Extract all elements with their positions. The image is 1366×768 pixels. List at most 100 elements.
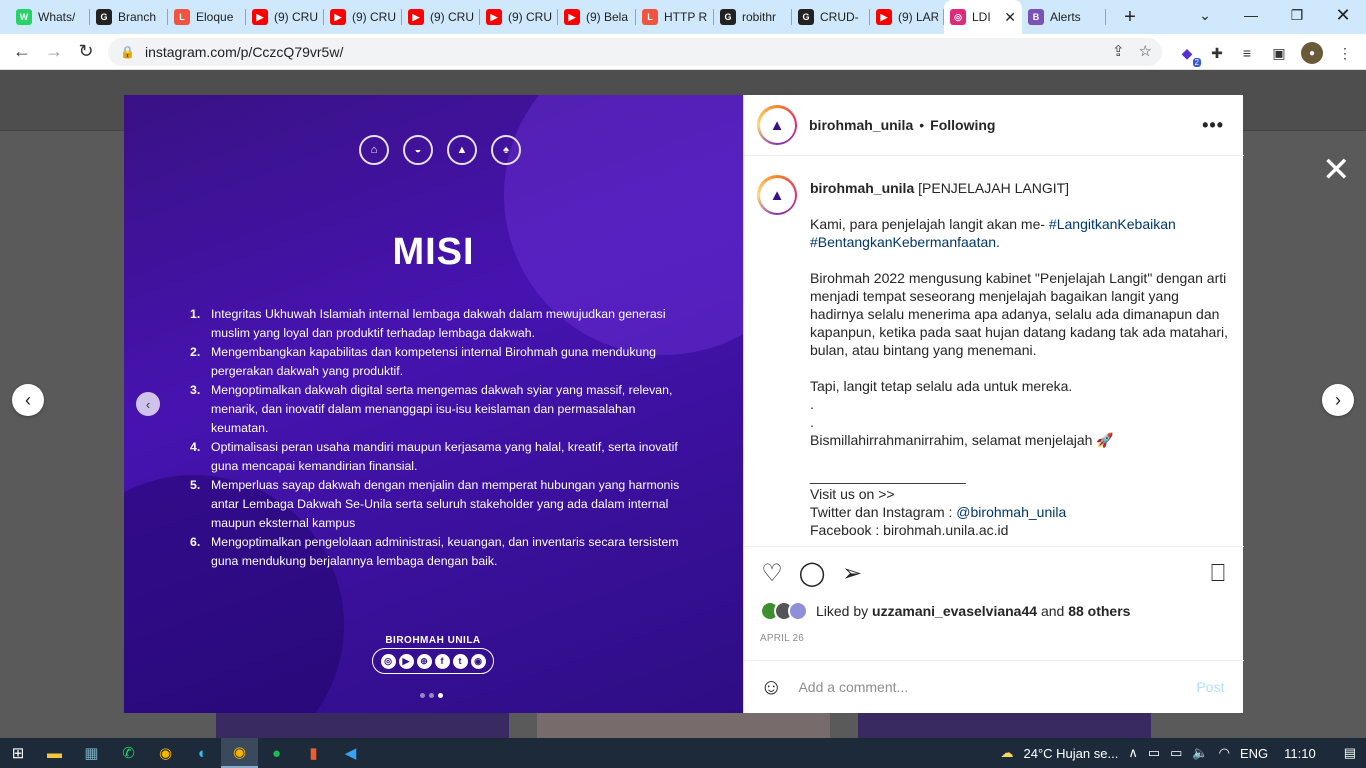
grid-thumbnail[interactable] [858,712,1151,738]
whatsapp-icon[interactable]: ✆ [110,738,147,768]
instagram-icon: ◎ [380,653,396,669]
misi-text: Integritas Ukhuwah Islamiah internal lem… [211,307,666,340]
liker-avatar[interactable] [788,601,808,621]
tab-search-chevron-icon[interactable]: ⌄ [1182,0,1228,30]
post-comment-button[interactable]: Post [1196,679,1224,695]
minimize-button[interactable]: — [1228,0,1274,30]
tab-label: (9) Bela [586,10,629,24]
media-control-icon[interactable]: ≡ [1236,42,1258,64]
carousel-prev-button[interactable]: ‹ [136,392,160,416]
wifi-icon[interactable]: ◠ [1219,745,1230,761]
caption-avatar[interactable]: ▲ [757,175,797,215]
tab-12[interactable]: ◎ LDI ✕ [944,0,1022,34]
post-header: ▲ birohmah_unila • Following ••• [744,95,1244,156]
battery-icon[interactable]: ▭ [1170,745,1182,761]
share-send-icon[interactable]: ➢ [832,559,872,588]
save-bookmark-icon[interactable]: ⎕ [1198,560,1238,588]
hashtag-link[interactable]: #LangitkanKebaikan [1049,216,1176,232]
hashtag-link[interactable]: #BentangkanKebermanfaatan [810,234,996,250]
tab-6[interactable]: ▶ (9) CRU [480,0,558,34]
windows-start-icon[interactable]: ⊞ [0,738,36,768]
author-username[interactable]: birohmah_unila [809,117,913,133]
author-avatar[interactable]: ▲ [757,105,797,145]
tab-8[interactable]: L HTTP R [636,0,714,34]
profile-avatar[interactable]: ● [1301,42,1323,64]
menu-icon[interactable]: ⋮ [1334,42,1356,64]
carousel-dot-active [438,693,443,698]
misi-item: 5. Memperluas sayap dakwah dengan menjali… [190,476,690,533]
twitter-icon: t [452,653,468,669]
bookmark-star-icon[interactable]: ☆ [1139,42,1152,60]
weather-text[interactable]: 24°C Hujan se... [1024,746,1119,761]
comment-icon[interactable]: ◯ [792,559,832,588]
meet-now-icon[interactable]: ▭ [1148,745,1160,761]
office-icon[interactable]: ▮ [295,738,332,768]
mention-link[interactable]: @birohmah_unila [956,504,1066,520]
tray-chevron-icon[interactable]: ∧ [1128,745,1138,761]
tab-2[interactable]: L Eloque [168,0,246,34]
close-window-button[interactable]: ✕ [1320,0,1366,30]
chrome-active-icon[interactable]: ◉ [221,738,258,768]
following-button[interactable]: Following [930,117,995,133]
clock[interactable]: 11:10 [1284,746,1316,761]
next-post-button[interactable]: › [1322,384,1354,416]
caption-username[interactable]: birohmah_unila [810,180,914,196]
more-options-icon[interactable]: ••• [1202,115,1224,136]
caption-visit: Visit us on >> [810,486,895,502]
likes-user-link[interactable]: uzzamani_evaselviana44 [872,603,1037,619]
misi-text: Mengoptimalkan pengelolaan administrasi,… [211,535,679,568]
spotify-icon[interactable]: ● [258,738,295,768]
tab-label: HTTP R [664,10,708,24]
comment-input[interactable] [798,679,1179,695]
tab-5[interactable]: ▶ (9) CRU [402,0,480,34]
post-image[interactable]: ⌂ ◒ ▲ ♠ MISI 1. Integritas Ukhuwah Islami… [124,95,743,713]
tab-4[interactable]: ▶ (9) CRU [324,0,402,34]
like-heart-icon[interactable]: ♡ [752,559,792,588]
emoji-icon[interactable]: ☺ [760,674,782,700]
notification-icon[interactable]: ▤ [1344,745,1356,761]
calculator-icon[interactable]: ▦ [73,738,110,768]
file-explorer-icon[interactable]: ▬ [36,738,73,768]
page-backdrop[interactable]: ⌂ ◒ ▲ ♠ MISI 1. Integritas Ukhuwah Islami… [0,70,1366,738]
toolbar: ← → ↻ 🔒 instagram.com/p/CczcQ79vr5w/ ⇪ ☆… [0,34,1366,70]
edge-icon[interactable]: ◐ [184,738,221,768]
reload-button[interactable]: ↻ [70,36,102,68]
post-date[interactable]: APRIL 26 [760,633,804,644]
tab-7[interactable]: ▶ (9) Bela [558,0,636,34]
prev-post-button[interactable]: ‹ [12,384,44,416]
tab-1[interactable]: G Branch [90,0,168,34]
language-indicator[interactable]: ENG [1240,746,1268,761]
share-icon[interactable]: ⇪ [1112,42,1125,60]
grid-thumbnail[interactable] [537,712,830,738]
tab-0[interactable]: W Whats/ [10,0,90,34]
forward-button[interactable]: → [38,36,70,68]
volume-icon[interactable]: 🔈 [1192,745,1208,761]
close-modal-icon[interactable]: ✕ [1322,153,1351,187]
tab-13[interactable]: B Alerts [1022,0,1106,34]
back-button[interactable]: ← [6,36,38,68]
likes-and: and [1040,603,1065,619]
tab-10[interactable]: G CRUD- [792,0,870,34]
puzzle-icon[interactable]: ✚ [1206,42,1228,64]
chrome-icon[interactable]: ◉ [147,738,184,768]
caption: birohmah_unila [PENJELAJAH LANGIT] Kami,… [810,179,1230,539]
address-bar[interactable]: 🔒 instagram.com/p/CczcQ79vr5w/ ⇪ ☆ [108,38,1162,66]
close-tab-icon[interactable]: ✕ [998,9,1016,26]
grid-thumbnail[interactable] [216,712,509,738]
side-panel-icon[interactable]: ▣ [1268,42,1290,64]
tab-9[interactable]: Grobithr [714,0,792,34]
likes-others-link[interactable]: 88 others [1068,603,1130,619]
new-tab-button[interactable]: + [1116,3,1144,31]
weather-icon[interactable]: ☁ [1001,745,1014,761]
tab-11[interactable]: ▶ (9) LAR [870,0,944,34]
maximize-button[interactable]: ❐ [1274,0,1320,30]
extension-icon[interactable]: ◆ 2 [1176,42,1201,67]
vscode-icon[interactable]: ◀ [332,738,369,768]
mosque-logo-icon: ◒ [403,135,433,165]
brand-label: BIROHMAH UNILA [385,635,481,646]
tab-label: robithr [742,10,777,24]
youtube-icon: ▶ [408,9,424,25]
tab-3[interactable]: ▶ (9) CRU [246,0,324,34]
github-icon: G [96,9,112,25]
screen: { "browser": { "tabs": [ {"label": "What… [0,0,1366,768]
